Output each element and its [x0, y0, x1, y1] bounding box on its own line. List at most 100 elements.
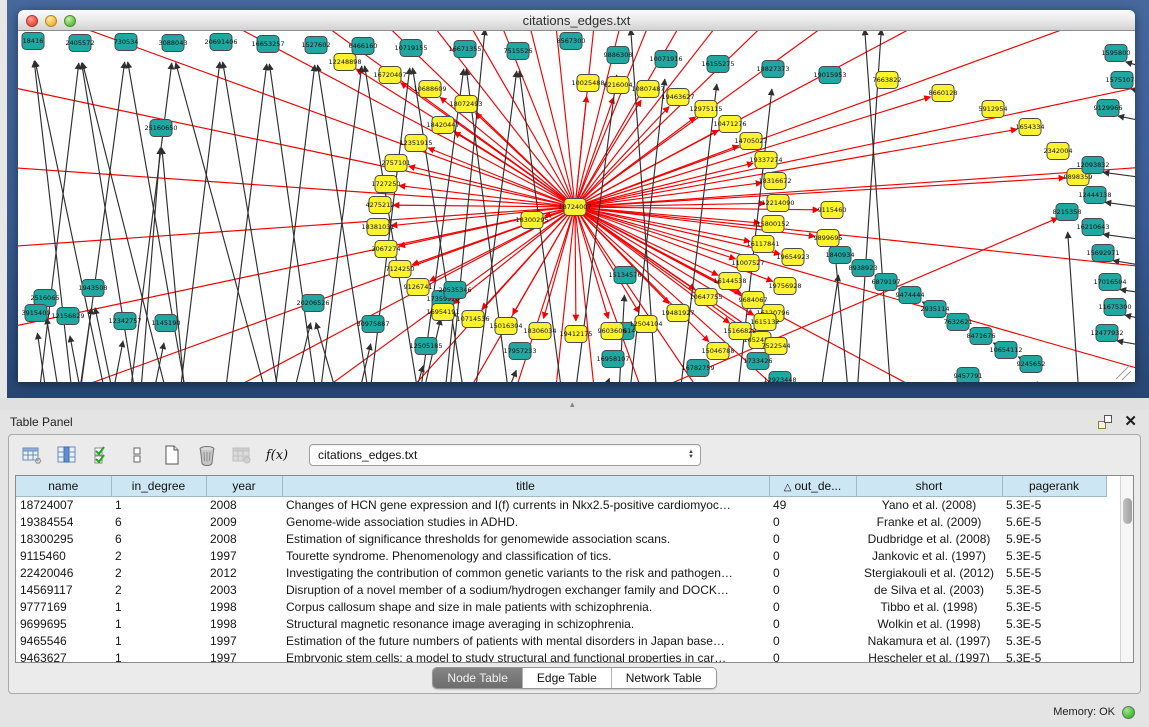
close-panel-icon[interactable]: ✕: [1124, 415, 1137, 429]
column-header-filler: [1106, 476, 1120, 496]
graph-node-label: 1145190: [152, 319, 181, 327]
table-cell: 1: [111, 598, 206, 615]
graph-edge: [1103, 234, 1135, 239]
graph-node-label: 16782759: [681, 364, 714, 372]
table-row[interactable]: 969969511998Structural magnetic resonanc…: [16, 615, 1120, 632]
column-header-pagerank[interactable]: pagerank: [1002, 476, 1106, 496]
graph-edge: [18, 31, 575, 207]
table-selector-dropdown[interactable]: citations_edges.txt ▲▼: [309, 444, 701, 466]
table-cell: Stergiakouli et al. (2012): [856, 564, 1002, 581]
graph-node-label: 12505185: [409, 342, 442, 350]
graph-edge: [410, 366, 423, 382]
graph-node-label: 7632621: [944, 318, 973, 326]
graph-edge: [818, 275, 839, 382]
column-chooser-icon[interactable]: [54, 442, 80, 468]
row-toggle-icon[interactable]: [124, 442, 150, 468]
table-header-row[interactable]: namein_degreeyeartitle△out_de...shortpag…: [16, 476, 1120, 496]
graph-node-label: 18724007: [558, 203, 591, 211]
graph-node-label: 6466160: [349, 42, 378, 50]
column-header-in_degree[interactable]: in_degree: [111, 476, 206, 496]
graph-node-label: 18420447: [426, 121, 459, 129]
column-header-title[interactable]: title: [282, 476, 769, 496]
tab-node-table[interactable]: Node Table: [433, 668, 522, 688]
minimize-window-button[interactable]: [45, 15, 57, 27]
table-row[interactable]: 946554611997Estimation of the future num…: [16, 632, 1120, 649]
graph-node-label: 12975115: [689, 105, 722, 113]
splitter-grip-icon[interactable]: ▴: [570, 399, 575, 410]
column-header-out_de[interactable]: △out_de...: [769, 476, 856, 496]
function-builder-icon[interactable]: f(x): [264, 442, 290, 468]
graph-node-label: 11007527: [731, 259, 764, 267]
graph-node-label: 15692971: [1086, 249, 1119, 257]
table-cell: Dudbridge et al. (2008): [856, 530, 1002, 547]
table-row[interactable]: 2242004622012Investigating the contribut…: [16, 564, 1120, 581]
graph-node-label: 1654334: [1016, 123, 1045, 131]
table-row[interactable]: 977716911998Corpus callosum shape and si…: [16, 598, 1120, 615]
svg-text:⚙: ⚙: [34, 456, 42, 465]
graph-node-label: 9474444: [896, 291, 925, 299]
table-vertical-scrollbar[interactable]: [1120, 476, 1133, 662]
close-window-button[interactable]: [26, 15, 38, 27]
graph-node-label: 19015953: [813, 71, 846, 79]
zoom-window-button[interactable]: [64, 15, 76, 27]
graph-node-label: 8567300: [557, 37, 586, 45]
table-cell: 1997: [206, 649, 282, 663]
table-cell: Hescheler et al. (1997): [856, 649, 1002, 663]
graph-node-label: 2935114: [921, 305, 950, 313]
table-cell-filler: [1106, 598, 1120, 615]
table-cell: Changes of HCN gene expression and I(f) …: [282, 496, 769, 513]
graph-node-label: 18300295: [515, 216, 548, 224]
graph-node-label: 18381031: [361, 223, 394, 231]
table-row[interactable]: 1456911722003Disruption of a novel membe…: [16, 581, 1120, 598]
network-window-titlebar[interactable]: citations_edges.txt: [18, 10, 1135, 31]
network-canvas[interactable]: 1841624055727305343088043206914061665325…: [18, 31, 1135, 382]
column-header-name[interactable]: name: [16, 476, 111, 496]
table-row[interactable]: 946362711997Embryonic stem cells: a mode…: [16, 649, 1120, 663]
tab-edge-table[interactable]: Edge Table: [522, 668, 611, 688]
scrollbar-thumb[interactable]: [1123, 498, 1132, 524]
table-row[interactable]: 911546021997Tourette syndrome. Phenomeno…: [16, 547, 1120, 564]
float-panel-icon[interactable]: [1098, 415, 1112, 429]
table-cell: 19384554: [16, 513, 111, 530]
graph-edge: [575, 178, 1065, 207]
network-window-title: citations_edges.txt: [18, 13, 1135, 28]
table-cell: 5.5E-5: [1002, 564, 1106, 581]
table-cell: 18300295: [16, 530, 111, 547]
graph-edge: [475, 113, 575, 207]
table-settings-icon[interactable]: ⚙: [19, 442, 45, 468]
graph-edge: [1118, 116, 1135, 121]
table-cell: 5.9E-5: [1002, 530, 1106, 547]
tab-network-table[interactable]: Network Table: [611, 668, 716, 688]
table-row[interactable]: 1872400712008Changes of HCN gene express…: [16, 496, 1120, 513]
new-table-icon[interactable]: [159, 442, 185, 468]
table-cell-filler: [1106, 513, 1120, 530]
app-edge: [0, 0, 7, 398]
graph-node-label: 12444138: [1078, 191, 1111, 199]
delete-rows-trash-icon[interactable]: [194, 442, 220, 468]
table-cell-filler: [1106, 649, 1120, 663]
table-cell: Embryonic stem cells: a model to study s…: [282, 649, 769, 663]
table-row[interactable]: 1938455462009Genome-wide association stu…: [16, 513, 1120, 530]
graph-node-label: 1595800: [1102, 49, 1131, 57]
show-columns-checklist-icon[interactable]: [89, 442, 115, 468]
graph-node-label: 6216004: [604, 81, 633, 89]
panel-splitter[interactable]: ▴: [0, 398, 1149, 410]
graph-node-label: 3067274: [372, 245, 401, 253]
table-cell: 2008: [206, 496, 282, 513]
table-cell: 0: [769, 598, 856, 615]
column-header-short[interactable]: short: [856, 476, 1002, 496]
graph-node-label: 8938923: [849, 264, 878, 272]
graph-edge: [500, 370, 516, 382]
graph-edge: [47, 318, 60, 382]
graph-node-label: 19756928: [768, 282, 801, 290]
network-graph[interactable]: 1841624055727305343088043206914061665325…: [18, 31, 1135, 382]
graph-node-label: 3915400: [22, 309, 51, 317]
table-row[interactable]: 1830029562008Estimation of significance …: [16, 530, 1120, 547]
graph-node-label: 10719155: [394, 44, 427, 52]
graph-node-label: 1943508: [79, 284, 108, 292]
graph-node-label: 15166822: [723, 327, 756, 335]
column-header-year[interactable]: year: [206, 476, 282, 496]
graph-edge: [18, 31, 575, 207]
graph-node-label: 5912954: [979, 105, 1008, 113]
table-cell: Investigating the contribution of common…: [282, 564, 769, 581]
